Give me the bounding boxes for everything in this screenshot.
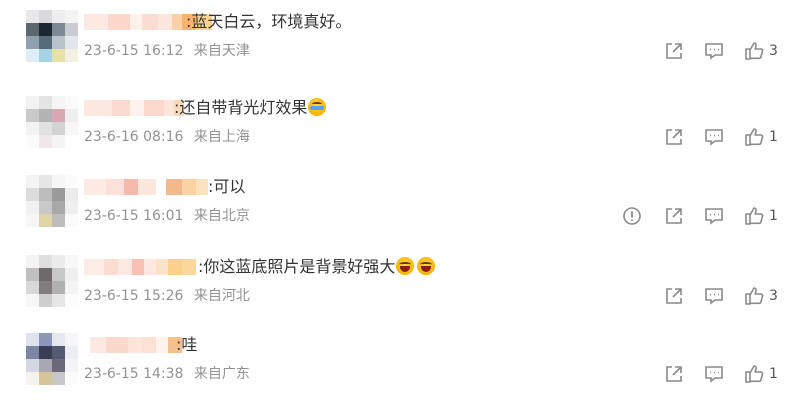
comment-item: :蓝天白云，环境真好。 23-6-15 16:12 来自天津 3 xyxy=(0,0,803,80)
comment-item: :你这蓝底照片是背景好强大 23-6-15 15:26 来自河北 3 xyxy=(0,245,803,325)
username-blurred[interactable] xyxy=(84,259,196,275)
share-icon[interactable] xyxy=(663,205,685,227)
comment-date: 23-6-15 15:26 xyxy=(84,288,184,304)
username-blurred[interactable] xyxy=(84,179,208,195)
share-icon[interactable] xyxy=(663,363,685,385)
avatar[interactable] xyxy=(26,333,78,385)
comment-text-content: :还自带背光灯效果 xyxy=(174,98,308,117)
username-blurred[interactable] xyxy=(90,337,182,353)
comment-icon[interactable] xyxy=(703,363,725,385)
username-blurred[interactable] xyxy=(84,100,184,116)
thumbs-up-icon[interactable] xyxy=(743,285,765,307)
comment-location: 来自天津 xyxy=(193,43,250,59)
comment-item: :还自带背光灯效果 23-6-16 08:16 来自上海 1 xyxy=(0,86,803,166)
comment-item: :哇 23-6-15 14:38 来自广东 1 xyxy=(0,323,803,403)
thumbs-up-icon[interactable] xyxy=(743,126,765,148)
comment-icon[interactable] xyxy=(703,205,725,227)
comment-text: :你这蓝底照片是背景好强大 xyxy=(198,257,436,277)
thumbs-up-icon[interactable] xyxy=(743,363,765,385)
comment-item: :可以 23-6-15 16:01 来自北京 1 xyxy=(0,165,803,245)
thumbs-up-icon[interactable] xyxy=(743,205,765,227)
like-count: 1 xyxy=(769,129,778,145)
comment-meta: 23-6-16 08:16 来自上海 xyxy=(84,128,250,146)
share-icon[interactable] xyxy=(663,126,685,148)
comment-text: :蓝天白云，环境真好。 xyxy=(186,12,351,32)
comment-meta: 23-6-15 16:01 来自北京 xyxy=(84,207,250,225)
like-count: 3 xyxy=(769,288,778,304)
comment-meta: 23-6-15 14:38 来自广东 xyxy=(84,365,250,383)
comment-date: 23-6-15 14:38 xyxy=(84,366,184,382)
comment-location: 来自上海 xyxy=(193,129,250,145)
avatar[interactable] xyxy=(26,10,78,62)
comment-icon[interactable] xyxy=(703,126,725,148)
avatar[interactable] xyxy=(26,96,78,148)
like-count: 3 xyxy=(769,43,778,59)
comment-text: :可以 xyxy=(208,177,245,197)
comment-icon[interactable] xyxy=(703,285,725,307)
share-icon[interactable] xyxy=(663,40,685,62)
comment-location: 来自广东 xyxy=(193,366,250,382)
comment-date: 23-6-16 08:16 xyxy=(84,129,184,145)
comment-text-content: :可以 xyxy=(208,177,246,196)
avatar[interactable] xyxy=(26,255,78,307)
comment-meta: 23-6-15 16:12 来自天津 xyxy=(84,42,250,60)
comment-text-content: :你这蓝底照片是背景好强大 xyxy=(198,257,396,276)
comment-text: :还自带背光灯效果 xyxy=(174,98,327,118)
like-count: 1 xyxy=(769,208,778,224)
comment-location: 来自北京 xyxy=(193,208,250,224)
comment-meta: 23-6-15 15:26 来自河北 xyxy=(84,287,250,305)
comment-text-content: :蓝天白云，环境真好。 xyxy=(186,12,352,31)
laugh-emoji xyxy=(396,257,415,275)
share-icon[interactable] xyxy=(663,285,685,307)
avatar[interactable] xyxy=(26,175,78,227)
comment-icon[interactable] xyxy=(703,40,725,62)
comment-date: 23-6-15 16:12 xyxy=(84,43,184,59)
laugh-emoji xyxy=(417,257,436,275)
comment-date: 23-6-15 16:01 xyxy=(84,208,184,224)
thumbs-up-icon[interactable] xyxy=(743,40,765,62)
like-count: 1 xyxy=(769,366,778,382)
comment-location: 来自河北 xyxy=(193,288,250,304)
comment-text: :哇 xyxy=(176,335,197,355)
exclamation-circle-icon[interactable] xyxy=(621,205,643,227)
comment-text-content: :哇 xyxy=(176,335,198,354)
light-emoji xyxy=(308,98,327,116)
